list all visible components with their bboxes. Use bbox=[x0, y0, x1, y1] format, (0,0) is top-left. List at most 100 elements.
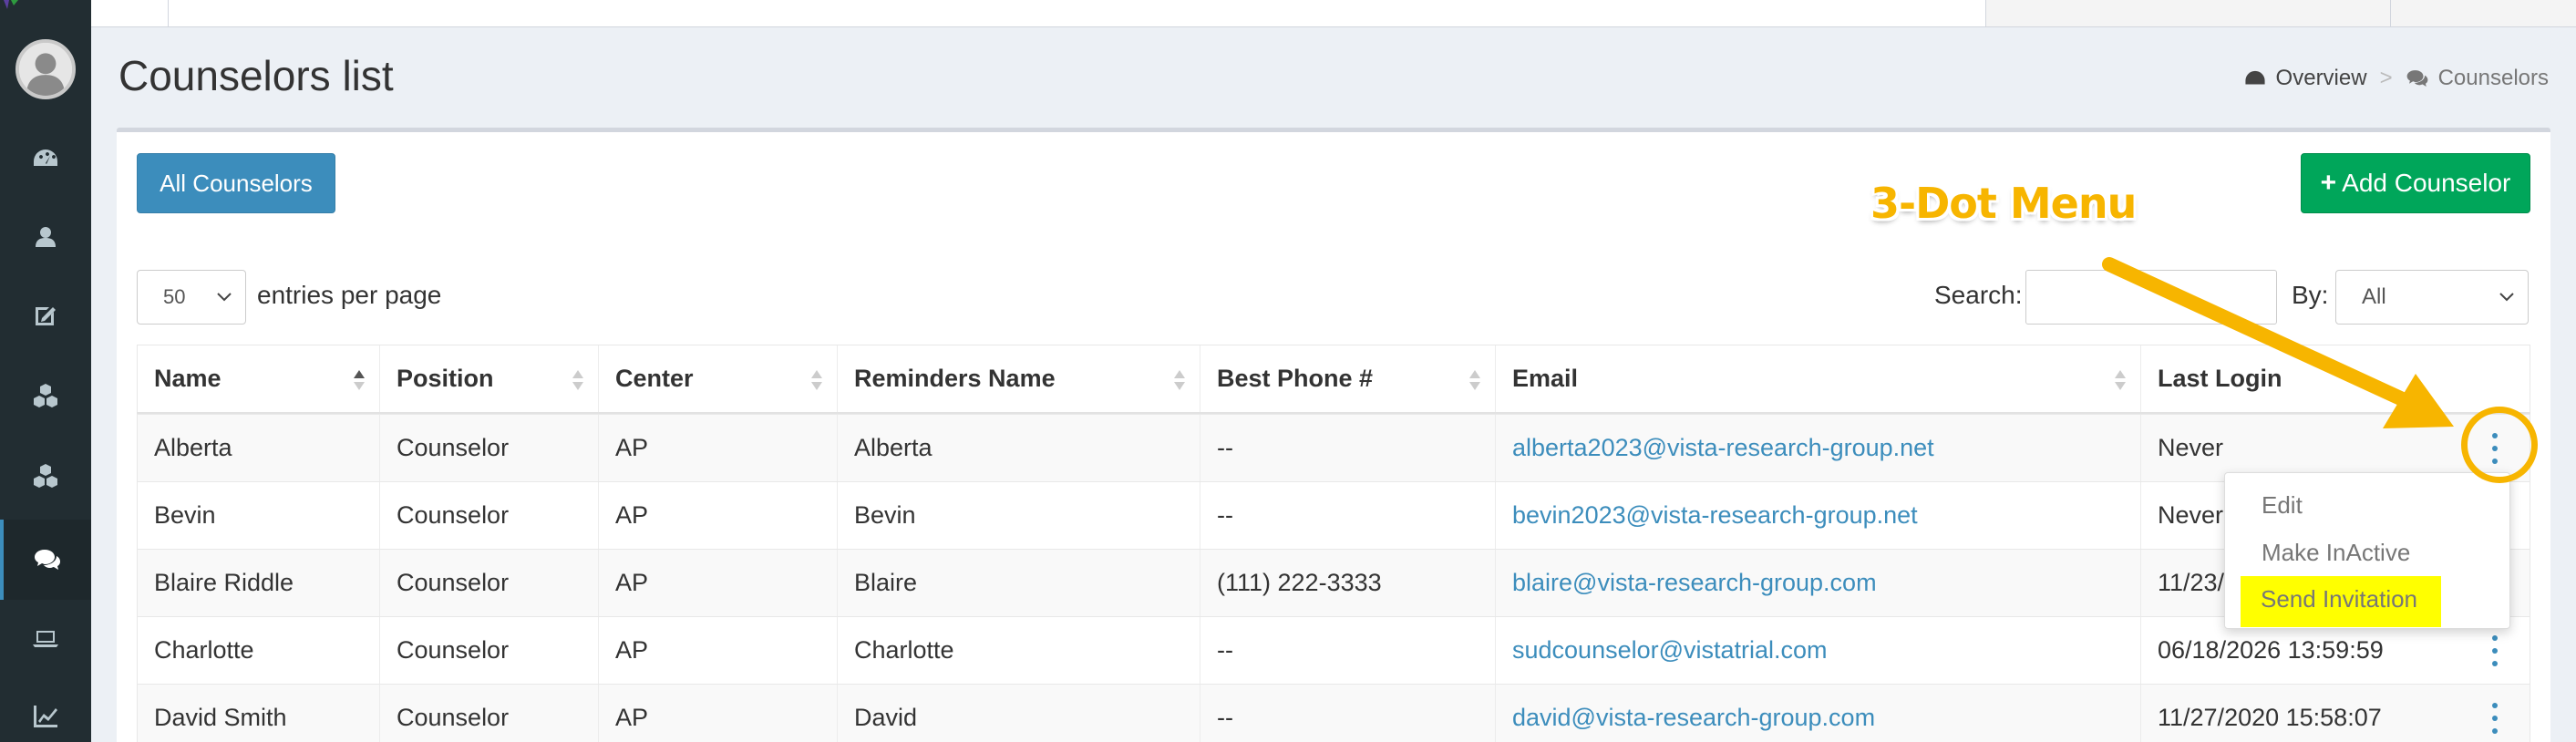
email-link[interactable]: blaire@vista-research-group.com bbox=[1512, 569, 1877, 597]
column-header-label: Best Phone # bbox=[1217, 365, 1374, 392]
column-header-label: Center bbox=[615, 365, 694, 392]
column-header-label: Position bbox=[397, 365, 494, 392]
chevron-down-icon bbox=[2499, 293, 2514, 302]
sidebar-item-edit[interactable] bbox=[0, 275, 91, 356]
cubes-icon bbox=[34, 384, 57, 407]
plus-icon: + bbox=[2320, 168, 2337, 198]
column-header-label: Name bbox=[154, 365, 222, 392]
column-header-center[interactable]: Center bbox=[598, 345, 837, 412]
entries-per-page-select[interactable]: 50 bbox=[137, 270, 246, 325]
cell-reminders-name: Charlotte bbox=[837, 617, 1200, 684]
search-label: Search: bbox=[1934, 281, 2023, 309]
sidebar-item-cubes[interactable] bbox=[0, 356, 91, 436]
row-actions-menu-icon[interactable] bbox=[2490, 635, 2499, 666]
sidebar-item-dashboard[interactable] bbox=[0, 119, 91, 199]
cell-position: Counselor bbox=[379, 550, 598, 616]
table-header-row: Name Position Center Reminders Name Best… bbox=[137, 345, 2530, 414]
cell-email: alberta2023@vista-research-group.net bbox=[1495, 415, 2140, 481]
column-header-label: Reminders Name bbox=[854, 365, 1056, 392]
table-row: Blaire Riddle Counselor AP Blaire (111) … bbox=[137, 549, 2530, 616]
email-link[interactable]: bevin2023@vista-research-group.net bbox=[1512, 501, 1918, 530]
cell-center: AP bbox=[598, 685, 837, 742]
navbar-user-area[interactable] bbox=[1985, 0, 2390, 26]
cell-name: Alberta bbox=[137, 415, 379, 481]
sort-asc-icon bbox=[354, 370, 365, 390]
cell-position: Counselor bbox=[379, 415, 598, 481]
cell-name: Blaire Riddle bbox=[137, 550, 379, 616]
sort-icon bbox=[811, 370, 822, 390]
cell-email: david@vista-research-group.com bbox=[1495, 685, 2140, 742]
cell-phone: -- bbox=[1200, 685, 1495, 742]
column-header-label: Last Login bbox=[2158, 365, 2282, 392]
breadcrumb: Overview > Counselors bbox=[2243, 66, 2549, 91]
sidebar-item-devices[interactable] bbox=[0, 598, 91, 678]
column-header-name[interactable]: Name bbox=[137, 345, 379, 412]
navbar-divider bbox=[168, 0, 169, 26]
annotation-label: 3-Dot Menu bbox=[1870, 179, 2137, 228]
cell-phone: -- bbox=[1200, 617, 1495, 684]
chevron-down-icon bbox=[217, 293, 232, 302]
column-header-label: Email bbox=[1512, 365, 1579, 392]
entries-label: entries per page bbox=[257, 281, 442, 309]
cell-reminders-name: Bevin bbox=[837, 482, 1200, 549]
top-navbar bbox=[91, 0, 2576, 27]
sidebar-item-counselors[interactable] bbox=[0, 520, 91, 600]
cell-email: sudcounselor@vistatrial.com bbox=[1495, 617, 2140, 684]
breadcrumb-current-label: Counselors bbox=[2437, 66, 2549, 90]
sidebar-item-reports[interactable] bbox=[0, 676, 91, 742]
row-actions-menu-icon[interactable] bbox=[2490, 703, 2499, 734]
table-row: David Smith Counselor AP David -- david@… bbox=[137, 684, 2530, 742]
email-link[interactable]: sudcounselor@vistatrial.com bbox=[1512, 636, 1828, 665]
cell-email: bevin2023@vista-research-group.net bbox=[1495, 482, 2140, 549]
email-link[interactable]: alberta2023@vista-research-group.net bbox=[1512, 434, 1934, 462]
line-chart-icon bbox=[34, 706, 57, 727]
column-header-best-phone[interactable]: Best Phone # bbox=[1200, 345, 1495, 412]
search-input[interactable] bbox=[2025, 270, 2277, 325]
by-label: By: bbox=[2292, 281, 2329, 309]
cell-reminders-name: Blaire bbox=[837, 550, 1200, 616]
comments-icon bbox=[35, 550, 60, 570]
sort-icon bbox=[572, 370, 583, 390]
comments-icon bbox=[2406, 70, 2427, 87]
logo-icon bbox=[4, 0, 18, 9]
filter-by-select[interactable]: All bbox=[2335, 270, 2529, 325]
dashboard-icon bbox=[2244, 70, 2265, 85]
user-silhouette-icon bbox=[19, 43, 72, 96]
add-counselor-button[interactable]: + Add Counselor bbox=[2301, 153, 2530, 213]
navbar-settings-area[interactable] bbox=[2390, 0, 2576, 26]
cell-phone: -- bbox=[1200, 482, 1495, 549]
cell-phone: (111) 222-3333 bbox=[1200, 550, 1495, 616]
table-row: Bevin Counselor AP Bevin -- bevin2023@vi… bbox=[137, 481, 2530, 549]
by-value: All bbox=[2362, 284, 2386, 309]
page-title: Counselors list bbox=[118, 52, 394, 99]
breadcrumb-current: Counselors bbox=[2406, 66, 2549, 91]
column-header-position[interactable]: Position bbox=[379, 345, 598, 412]
cubes-icon bbox=[34, 464, 57, 488]
edit-icon bbox=[36, 307, 56, 325]
menu-item-make-inactive[interactable]: Make InActive bbox=[2262, 539, 2410, 567]
sidebar-item-cubes-2[interactable] bbox=[0, 436, 91, 516]
annotation-circle bbox=[2461, 407, 2538, 483]
cell-name: Charlotte bbox=[137, 617, 379, 684]
laptop-icon bbox=[33, 631, 58, 647]
breadcrumb-separator: > bbox=[2379, 66, 2393, 90]
all-counselors-button[interactable]: All Counselors bbox=[137, 153, 335, 213]
cell-name: David Smith bbox=[137, 685, 379, 742]
breadcrumb-overview-link[interactable]: Overview bbox=[2276, 66, 2367, 91]
column-header-email[interactable]: Email bbox=[1495, 345, 2140, 412]
cell-phone: -- bbox=[1200, 415, 1495, 481]
column-header-last-login[interactable]: Last Login bbox=[2140, 345, 2530, 412]
cell-center: AP bbox=[598, 415, 837, 481]
email-link[interactable]: david@vista-research-group.com bbox=[1512, 704, 1875, 732]
sidebar-item-users[interactable] bbox=[0, 197, 91, 277]
menu-item-edit[interactable]: Edit bbox=[2262, 491, 2303, 520]
add-counselor-label: Add Counselor bbox=[2342, 169, 2511, 197]
menu-item-send-invitation[interactable]: Send Invitation bbox=[2261, 585, 2417, 613]
column-header-reminders-name[interactable]: Reminders Name bbox=[837, 345, 1200, 412]
user-avatar[interactable] bbox=[15, 39, 76, 99]
cell-reminders-name: David bbox=[837, 685, 1200, 742]
cell-position: Counselor bbox=[379, 685, 598, 742]
cell-position: Counselor bbox=[379, 482, 598, 549]
sort-icon bbox=[1469, 370, 1480, 390]
dashboard-icon bbox=[34, 149, 57, 166]
